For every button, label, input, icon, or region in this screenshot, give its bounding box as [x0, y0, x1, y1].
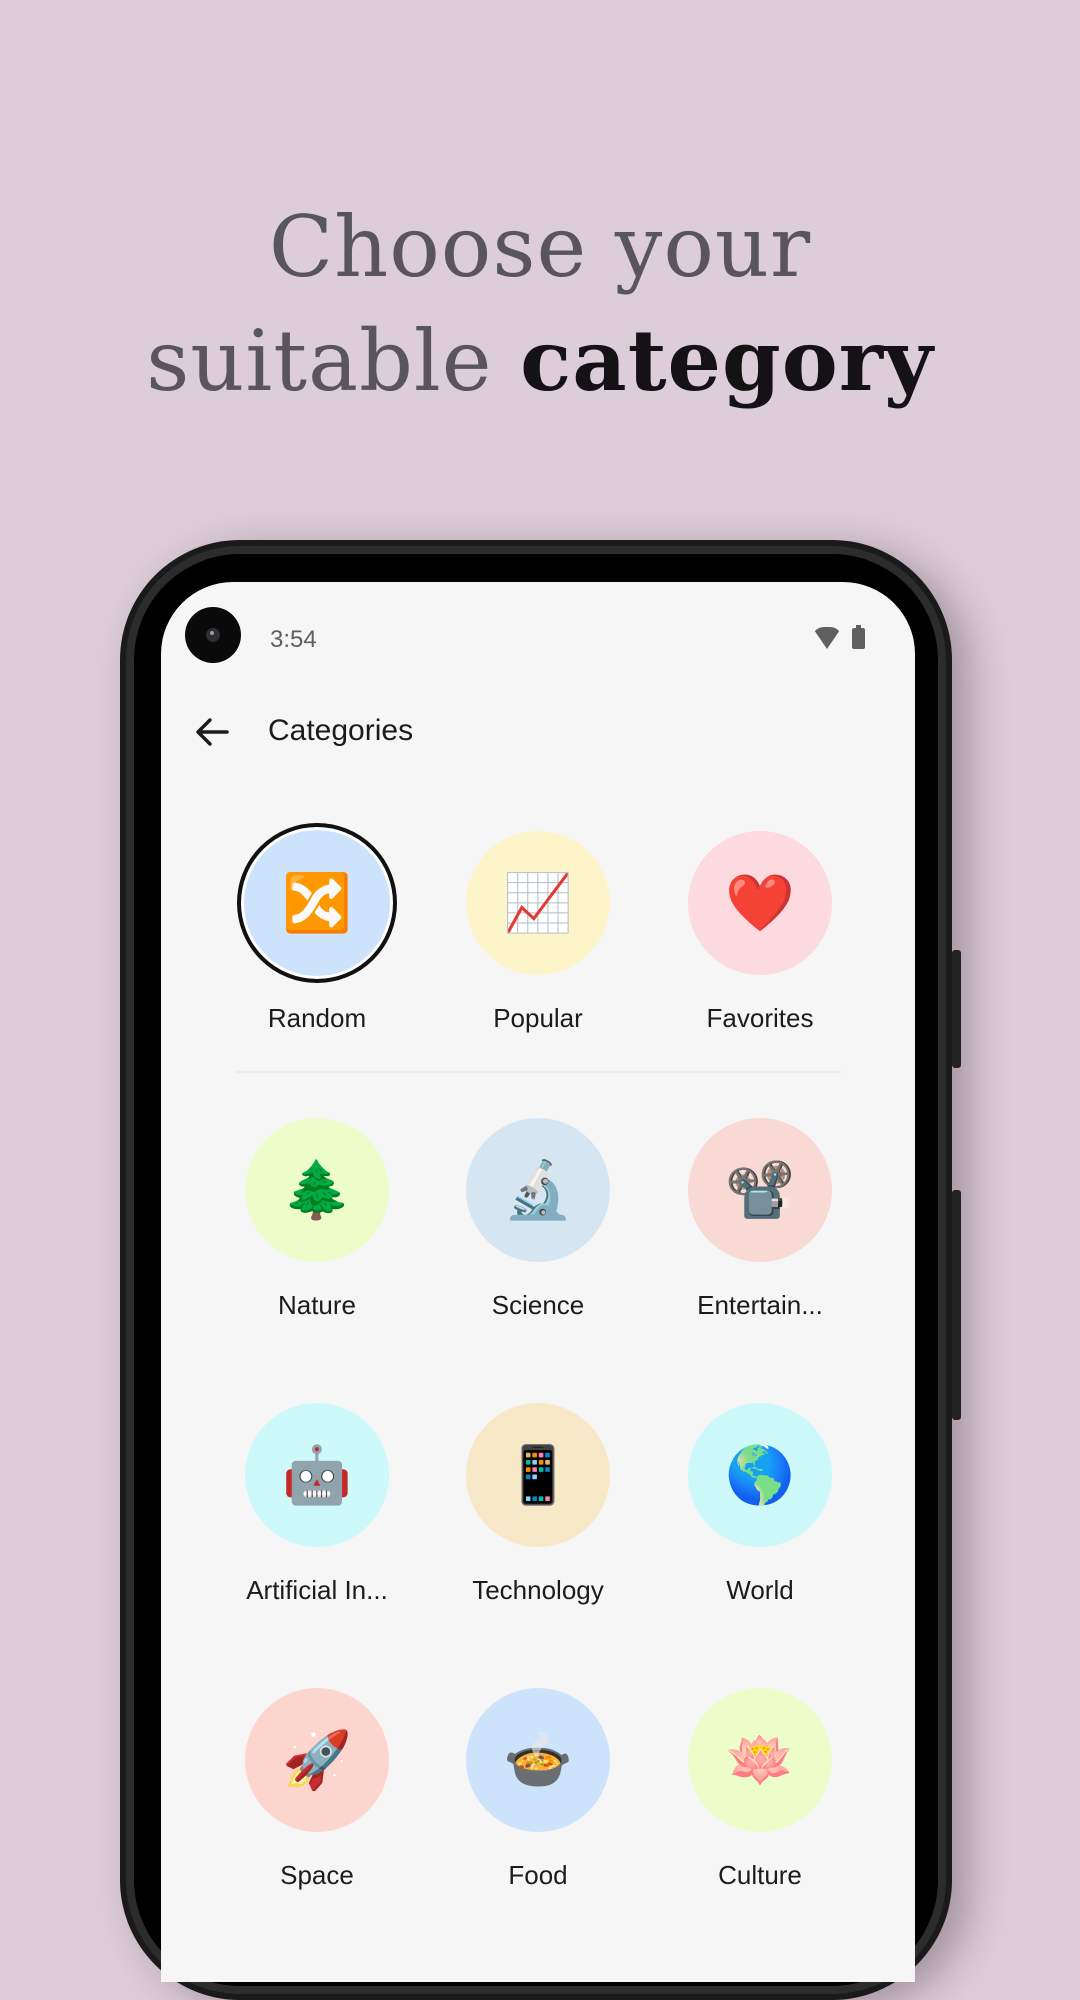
power-button: [952, 950, 961, 1068]
category-emoji-icon: 🤖: [282, 1443, 352, 1506]
category-emoji-icon: 🚀: [282, 1728, 352, 1791]
category-icon-circle: 🔬: [466, 1118, 610, 1262]
category-label: Science: [491, 1290, 585, 1320]
category-emoji-icon: 🪷: [725, 1728, 795, 1791]
category-emoji-icon: 🌲: [282, 1158, 352, 1221]
category-icon-circle: 🚀: [245, 1688, 389, 1832]
category-item-random[interactable]: 🔀 Random: [217, 823, 417, 1034]
category-label: Entertain...: [697, 1290, 823, 1320]
category-label: Technology: [472, 1575, 604, 1605]
category-emoji-icon: ❤️: [725, 871, 795, 934]
camera-cutout: [185, 607, 241, 663]
category-label: Favorites: [706, 1003, 814, 1033]
category-item-entertain[interactable]: 📽️ Entertain...: [660, 1118, 860, 1321]
category-icon-circle: 🤖: [245, 1403, 389, 1547]
headline: Choose your suitable category: [0, 190, 1080, 418]
headline-line-1: Choose your: [268, 198, 812, 296]
headline-emphasis: category: [520, 311, 934, 410]
page-title: Categories: [268, 714, 414, 747]
category-emoji-icon: 📈: [503, 871, 573, 934]
battery-icon: [852, 625, 865, 649]
category-item-science[interactable]: 🔬 Science: [438, 1118, 638, 1321]
category-icon-circle: 📱: [466, 1403, 610, 1547]
category-label: Random: [267, 1003, 367, 1033]
category-item-favorites[interactable]: ❤️ Favorites: [660, 831, 860, 1034]
volume-button: [952, 1190, 961, 1420]
category-icon-circle: ❤️: [688, 831, 832, 975]
category-item-technology[interactable]: 📱 Technology: [438, 1403, 638, 1606]
back-button[interactable]: [191, 712, 235, 752]
category-icon-circle: 📈: [466, 831, 610, 975]
category-label: Nature: [277, 1290, 357, 1320]
app-bar: Categories: [161, 702, 915, 762]
category-item-nature[interactable]: 🌲 Nature: [217, 1118, 417, 1321]
wifi-icon: [812, 626, 842, 649]
category-item-artificial-in[interactable]: 🤖 Artificial In...: [217, 1403, 417, 1606]
headline-line-2: suitable category: [0, 304, 1080, 418]
category-emoji-icon: 📱: [503, 1443, 573, 1506]
divider: [235, 1071, 841, 1073]
category-item-popular[interactable]: 📈 Popular: [438, 831, 638, 1034]
category-label: Culture: [718, 1860, 802, 1890]
category-icon-circle: 🌎: [688, 1403, 832, 1547]
category-emoji-icon: 🌎: [725, 1443, 795, 1506]
category-icon-circle: 🪷: [688, 1688, 832, 1832]
category-label: World: [726, 1575, 794, 1605]
category-label: Space: [280, 1860, 354, 1890]
category-item-world[interactable]: 🌎 World: [660, 1403, 860, 1606]
phone-screen: 3:54 Categories 🔀 Random 📈 Popular ❤️ Favorit…: [161, 582, 915, 1982]
category-emoji-icon: 🍲: [503, 1728, 573, 1791]
category-icon-circle: 📽️: [688, 1118, 832, 1262]
category-emoji-icon: 📽️: [725, 1158, 795, 1221]
category-icon-circle: 🌲: [245, 1118, 389, 1262]
category-emoji-icon: 🔬: [503, 1158, 573, 1221]
headline-regular: suitable: [146, 312, 521, 410]
status-icons: [812, 625, 865, 649]
category-label: Artificial In...: [246, 1575, 388, 1605]
category-icon-circle: 🍲: [466, 1688, 610, 1832]
status-time: 3:54: [270, 626, 317, 653]
camera-lens: [206, 628, 220, 642]
category-item-food[interactable]: 🍲 Food: [438, 1688, 638, 1891]
category-emoji-icon: 🔀: [282, 871, 352, 934]
category-label: Popular: [493, 1003, 583, 1033]
category-item-culture[interactable]: 🪷 Culture: [660, 1688, 860, 1891]
category-icon-circle: 🔀: [237, 823, 397, 983]
category-item-space[interactable]: 🚀 Space: [217, 1688, 417, 1891]
arrow-left-icon: [196, 718, 229, 746]
category-label: Food: [508, 1860, 568, 1890]
